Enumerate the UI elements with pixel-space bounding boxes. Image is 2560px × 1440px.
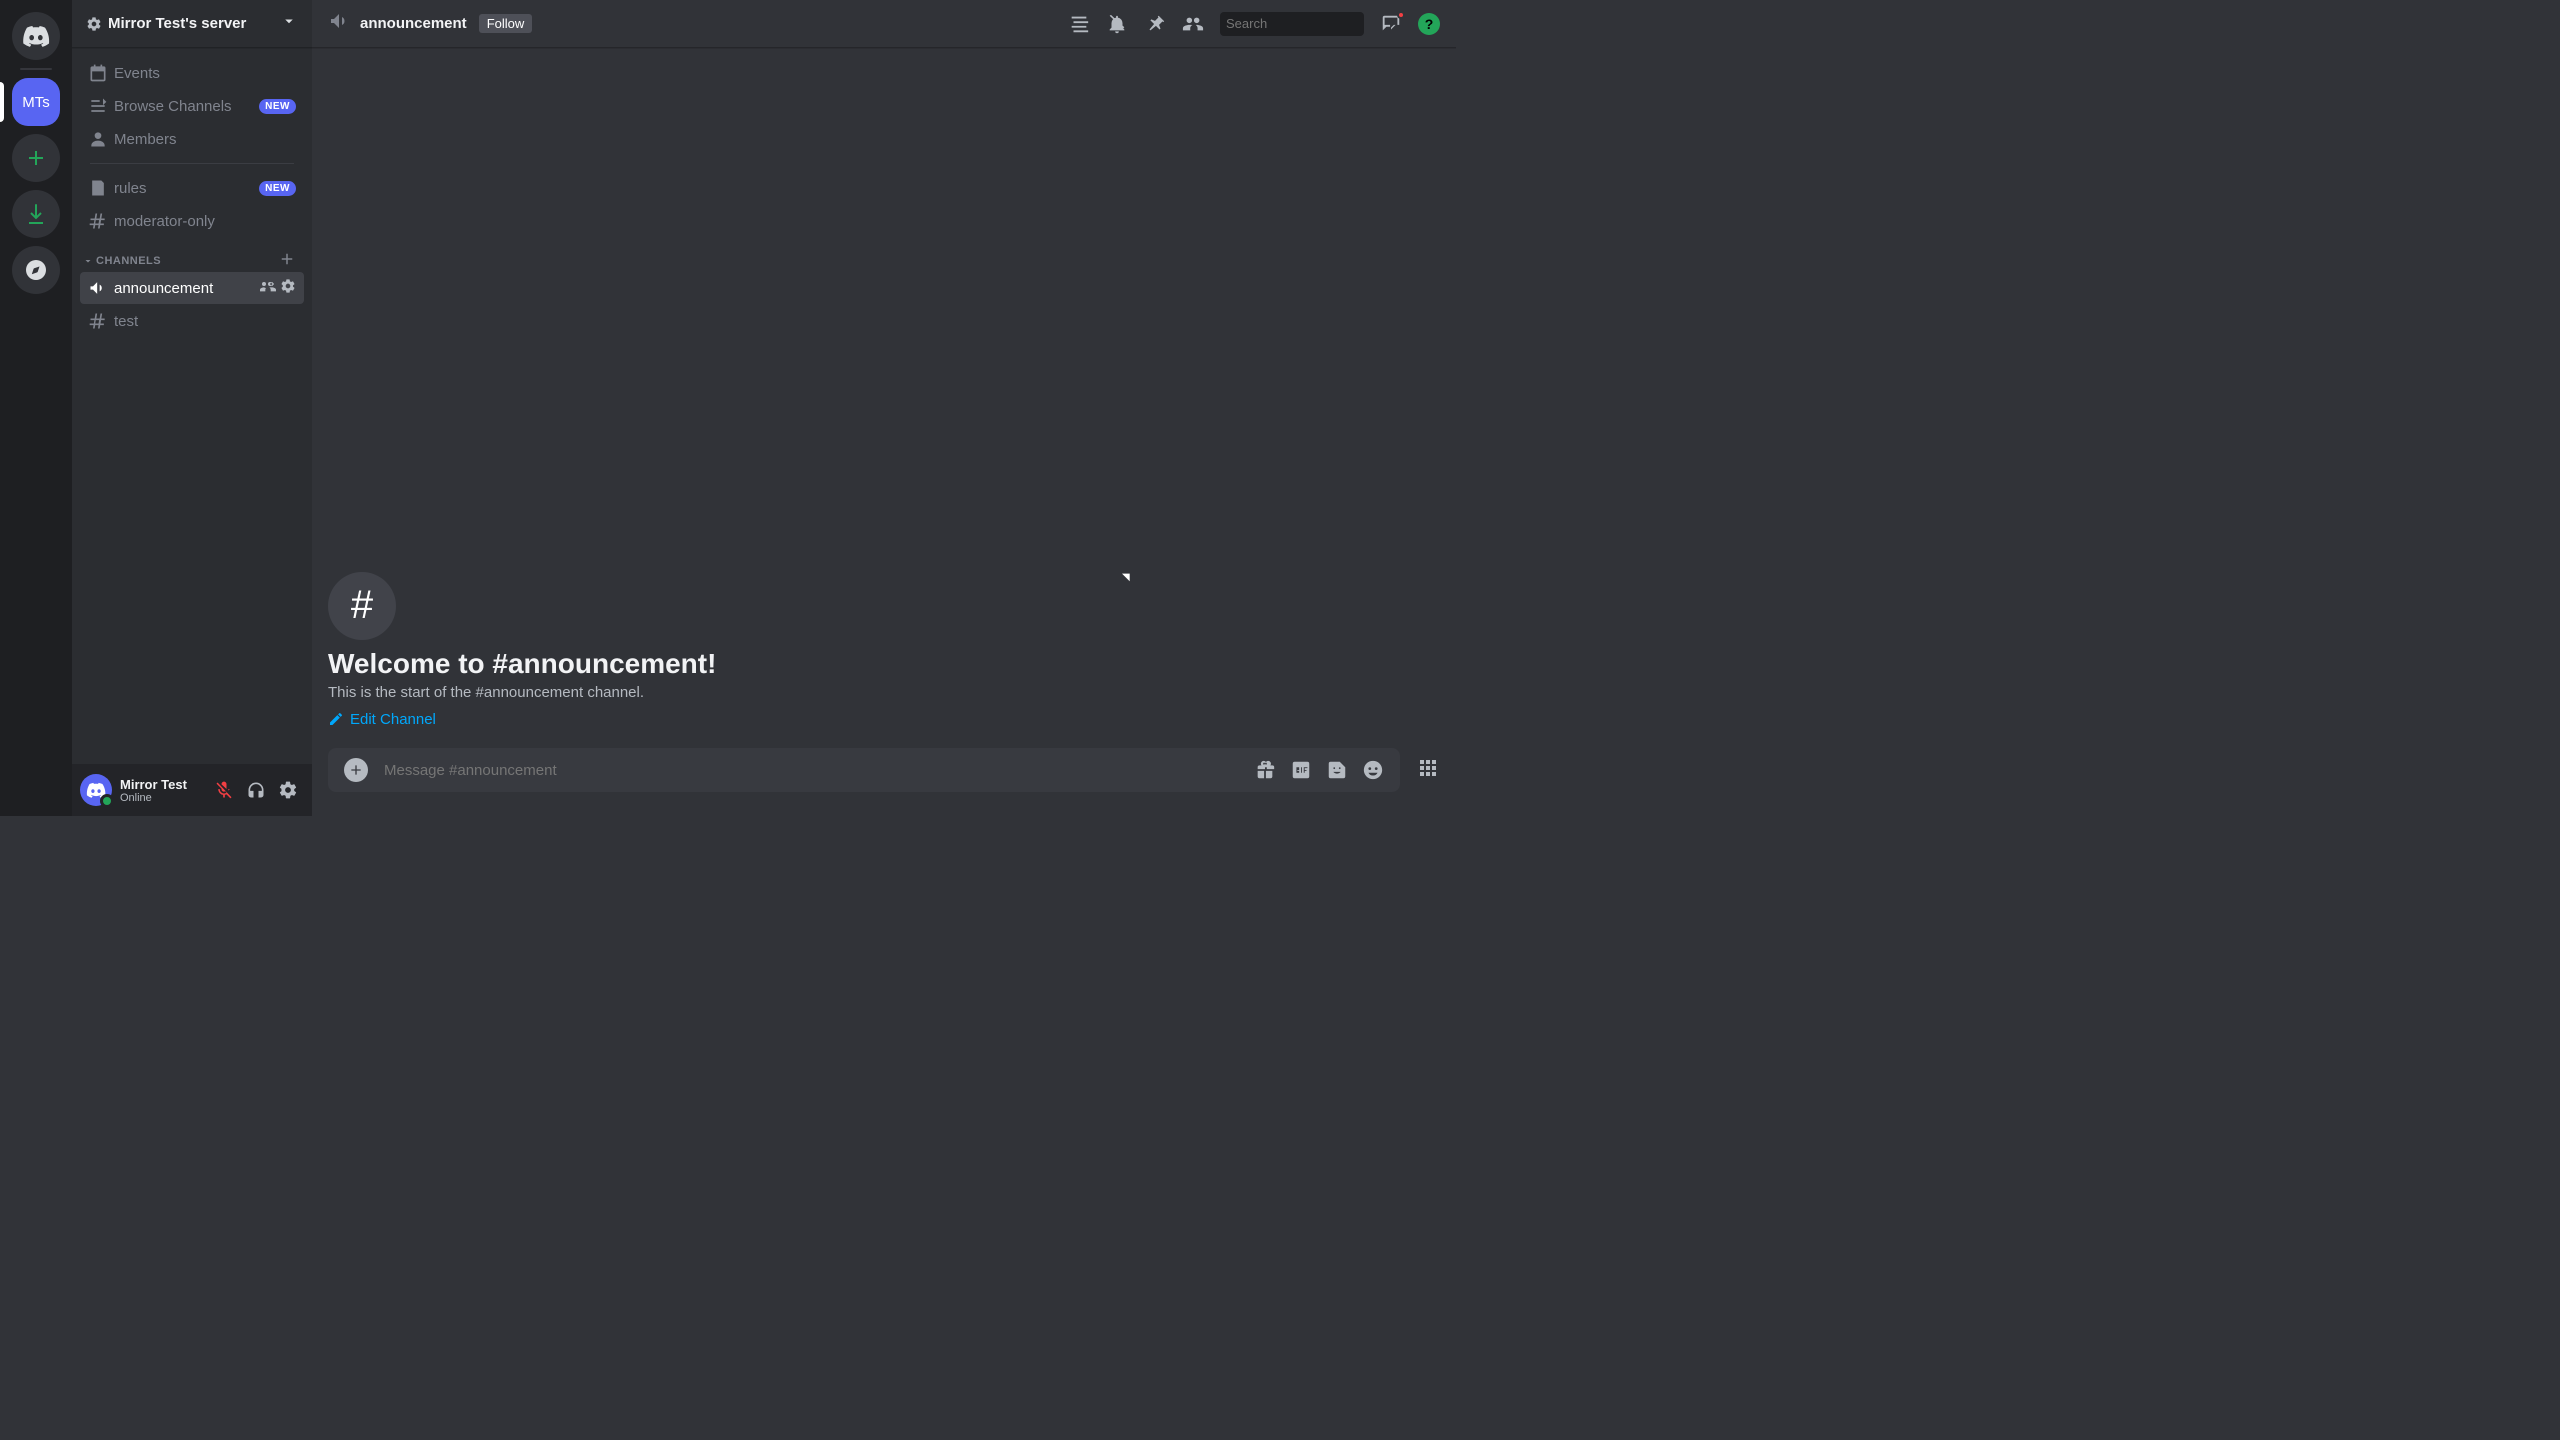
edit-channel-link[interactable]: Edit Channel [328, 711, 436, 728]
home-button[interactable] [12, 12, 60, 60]
plus-icon [348, 762, 364, 778]
pinned-messages-button[interactable] [1144, 13, 1166, 35]
gif-button[interactable] [1290, 759, 1312, 781]
user-status: Online [120, 792, 200, 804]
message-input[interactable] [384, 762, 1254, 779]
announcement-icon [88, 278, 108, 298]
discord-logo-icon [22, 22, 50, 50]
sidebar-members[interactable]: Members [80, 123, 304, 155]
channel-welcome: # Welcome to #announcement! This is the … [328, 572, 1440, 749]
category-channels[interactable]: CHANNELS [80, 238, 304, 271]
sidebar-item-label: Events [114, 65, 296, 82]
plus-icon [24, 146, 48, 170]
add-server-button[interactable] [12, 134, 60, 182]
message-composer[interactable] [328, 748, 1400, 792]
download-icon [24, 202, 48, 226]
server-name: Mirror Test's server [108, 15, 246, 32]
browse-icon [88, 96, 108, 116]
threads-button[interactable] [1068, 13, 1090, 35]
channel-label: test [114, 313, 296, 330]
explore-servers-button[interactable] [12, 246, 60, 294]
notification-dot [1397, 11, 1405, 19]
notifications-button[interactable] [1106, 13, 1128, 35]
sidebar-events[interactable]: Events [80, 57, 304, 89]
server-header[interactable]: Mirror Test's server [72, 0, 312, 48]
create-channel-button[interactable] [278, 250, 296, 271]
compass-icon [24, 258, 48, 282]
sidebar-item-label: Browse Channels [114, 98, 253, 115]
channel-label: rules [114, 180, 253, 197]
channel-label: moderator-only [114, 213, 296, 230]
chat-body: ◥ # Welcome to #announcement! This is th… [312, 48, 1456, 748]
server-initials: MTs [22, 94, 50, 111]
sidebar-item-label: Members [114, 131, 296, 148]
sidebar-divider [90, 163, 294, 164]
status-online-dot [100, 794, 114, 808]
edit-channel-icon[interactable] [280, 278, 296, 298]
user-panel: Mirror Test Online [72, 764, 312, 816]
welcome-hash-icon: # [328, 572, 396, 640]
search-box[interactable] [1220, 12, 1364, 36]
channel-test[interactable]: test [80, 305, 304, 337]
user-info[interactable]: Mirror Test Online [120, 777, 200, 804]
calendar-icon [88, 63, 108, 83]
user-name: Mirror Test [120, 777, 200, 792]
member-list-button[interactable] [1182, 13, 1204, 35]
channel-label: announcement [114, 280, 254, 297]
apps-button[interactable] [1416, 756, 1440, 785]
user-avatar[interactable] [80, 774, 112, 806]
follow-button[interactable]: Follow [479, 14, 533, 33]
sticker-button[interactable] [1326, 759, 1348, 781]
server-separator [20, 68, 52, 70]
chevron-down-icon [280, 12, 298, 35]
deafen-button[interactable] [240, 774, 272, 806]
chevron-down-icon [82, 255, 94, 267]
attach-button[interactable] [344, 758, 368, 782]
channel-rules[interactable]: rules NEW [80, 172, 304, 204]
chat-header: announcement Follow ? [312, 0, 1456, 48]
search-input[interactable] [1226, 16, 1402, 31]
members-icon [88, 129, 108, 149]
emoji-button[interactable] [1362, 759, 1384, 781]
hash-shield-icon [88, 211, 108, 231]
channel-moderator-only[interactable]: moderator-only [80, 205, 304, 237]
hash-icon [88, 311, 108, 331]
new-badge: NEW [259, 181, 296, 196]
server-list: MTs [0, 0, 72, 816]
edit-channel-label: Edit Channel [350, 711, 436, 728]
announcement-icon [328, 9, 352, 38]
gift-button[interactable] [1254, 759, 1276, 781]
category-label: CHANNELS [96, 255, 161, 267]
channel-announcement[interactable]: announcement [80, 272, 304, 304]
user-settings-button[interactable] [272, 774, 304, 806]
welcome-subtitle: This is the start of the #announcement c… [328, 684, 1440, 701]
create-invite-icon[interactable] [260, 278, 276, 298]
channel-name: announcement [360, 15, 467, 32]
help-button[interactable]: ? [1418, 13, 1440, 35]
mute-mic-button[interactable] [208, 774, 240, 806]
sidebar-browse-channels[interactable]: Browse Channels NEW [80, 90, 304, 122]
download-apps-button[interactable] [12, 190, 60, 238]
rules-icon [88, 178, 108, 198]
channel-sidebar: Mirror Test's server Events Browse Chann… [72, 0, 312, 816]
inbox-button[interactable] [1380, 13, 1402, 35]
pencil-icon [328, 711, 344, 727]
server-badge-icon [86, 16, 102, 32]
server-mirror-tests-server[interactable]: MTs [12, 78, 60, 126]
new-badge: NEW [259, 99, 296, 114]
chat-area: announcement Follow ? ◥ [312, 0, 1456, 816]
welcome-title: Welcome to #announcement! [328, 648, 1440, 680]
